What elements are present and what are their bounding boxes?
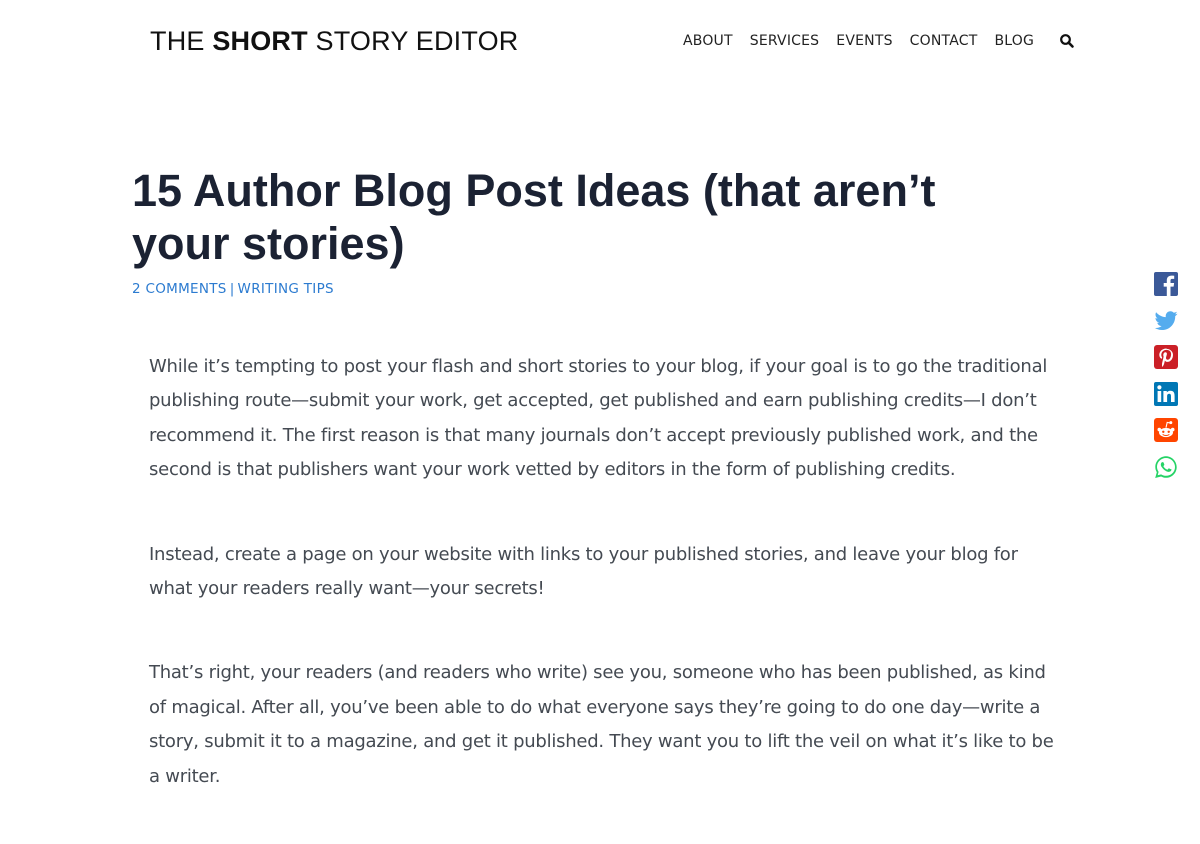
site-logo[interactable]: THE SHORT STORY EDITOR (150, 25, 518, 57)
share-bar (1153, 271, 1181, 491)
pinterest-icon[interactable] (1153, 344, 1179, 370)
logo-text-pre: THE (150, 26, 213, 56)
post-paragraph-3: That’s right, your readers (and readers … (149, 662, 1054, 787)
category-link[interactable]: WRITING TIPS (238, 281, 334, 297)
nav-services[interactable]: SERVICES (750, 31, 820, 51)
nav-contact[interactable]: CONTACT (910, 31, 978, 51)
facebook-icon[interactable] (1153, 271, 1179, 297)
post-title: 15 Author Blog Post Ideas (that aren’t y… (132, 165, 936, 269)
main-nav: ABOUT SERVICES EVENTS CONTACT BLOG (683, 31, 1075, 51)
site-header: THE SHORT STORY EDITOR ABOUT SERVICES EV… (0, 0, 1200, 82)
nav-events[interactable]: EVENTS (836, 31, 892, 51)
twitter-icon[interactable] (1153, 308, 1179, 334)
search-icon[interactable] (1059, 33, 1075, 49)
post-meta: 2 COMMENTS | WRITING TIPS (132, 281, 334, 297)
whatsapp-icon[interactable] (1153, 454, 1179, 480)
post-paragraph-2: Instead, create a page on your website w… (149, 543, 1018, 600)
post-content: While it’s tempting to post your flash a… (149, 350, 1054, 844)
logo-text-post: STORY EDITOR (307, 26, 519, 56)
reddit-icon[interactable] (1153, 417, 1179, 443)
meta-separator: | (229, 281, 235, 297)
comments-link[interactable]: 2 COMMENTS (132, 281, 227, 297)
nav-blog[interactable]: BLOG (994, 31, 1034, 51)
logo-text-bold: SHORT (212, 26, 308, 56)
linkedin-icon[interactable] (1153, 381, 1179, 407)
post-paragraph-1: While it’s tempting to post your flash a… (149, 356, 1048, 481)
nav-about[interactable]: ABOUT (683, 31, 733, 51)
